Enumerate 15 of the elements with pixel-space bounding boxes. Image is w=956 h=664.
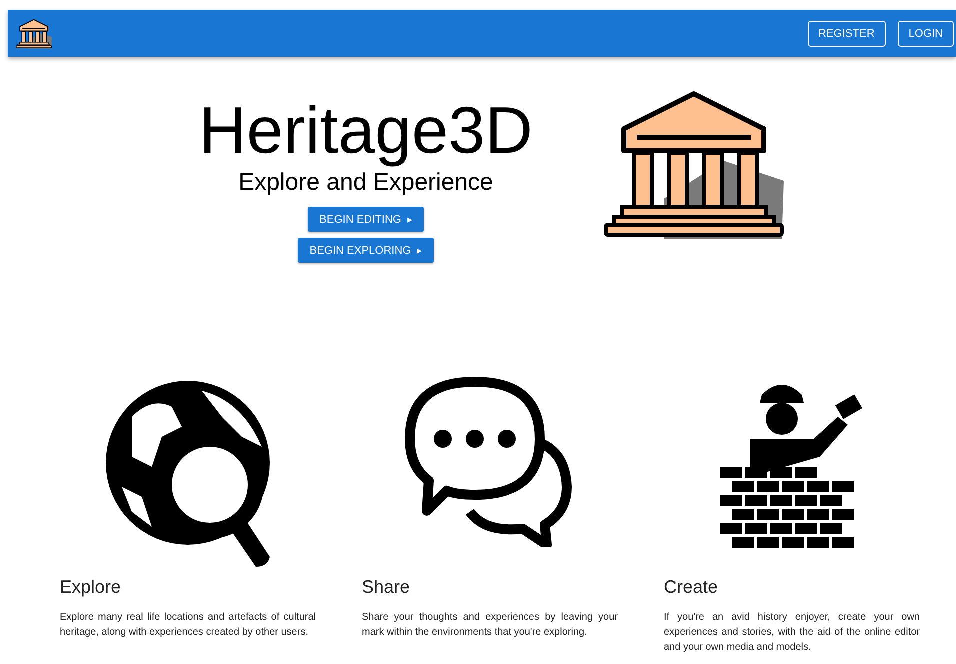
feature-description: If you're an avid history enjoyer, create your own experiences and stories, with the aid of the online editor and your own media and models. (664, 611, 920, 655)
chat-bubbles-icon (405, 377, 575, 547)
cta-button[interactable]: BEGIN EXPLORING ▸ (298, 238, 434, 263)
nav-button[interactable]: REGISTER (808, 20, 886, 46)
tagline: Explore and Experience (238, 169, 494, 197)
logo-button[interactable] (16, 18, 52, 48)
feature-description: Explore many real life locations and artefacts of cultural heritage, along with experiences created by other users. (60, 611, 316, 640)
feature-title: Explore (60, 577, 122, 598)
nav-button[interactable]: LOGIN (898, 20, 954, 46)
site-title: Heritage3D (199, 93, 533, 167)
feature-title: Share (362, 577, 412, 598)
feature-title: Create (664, 577, 720, 598)
feature-description: Share your thoughts and experiences by leaving your mark within the environments that you're exploring. (362, 611, 618, 640)
temple-icon (16, 18, 52, 48)
cta-button[interactable]: BEGIN EDITING ▸ (308, 207, 424, 232)
